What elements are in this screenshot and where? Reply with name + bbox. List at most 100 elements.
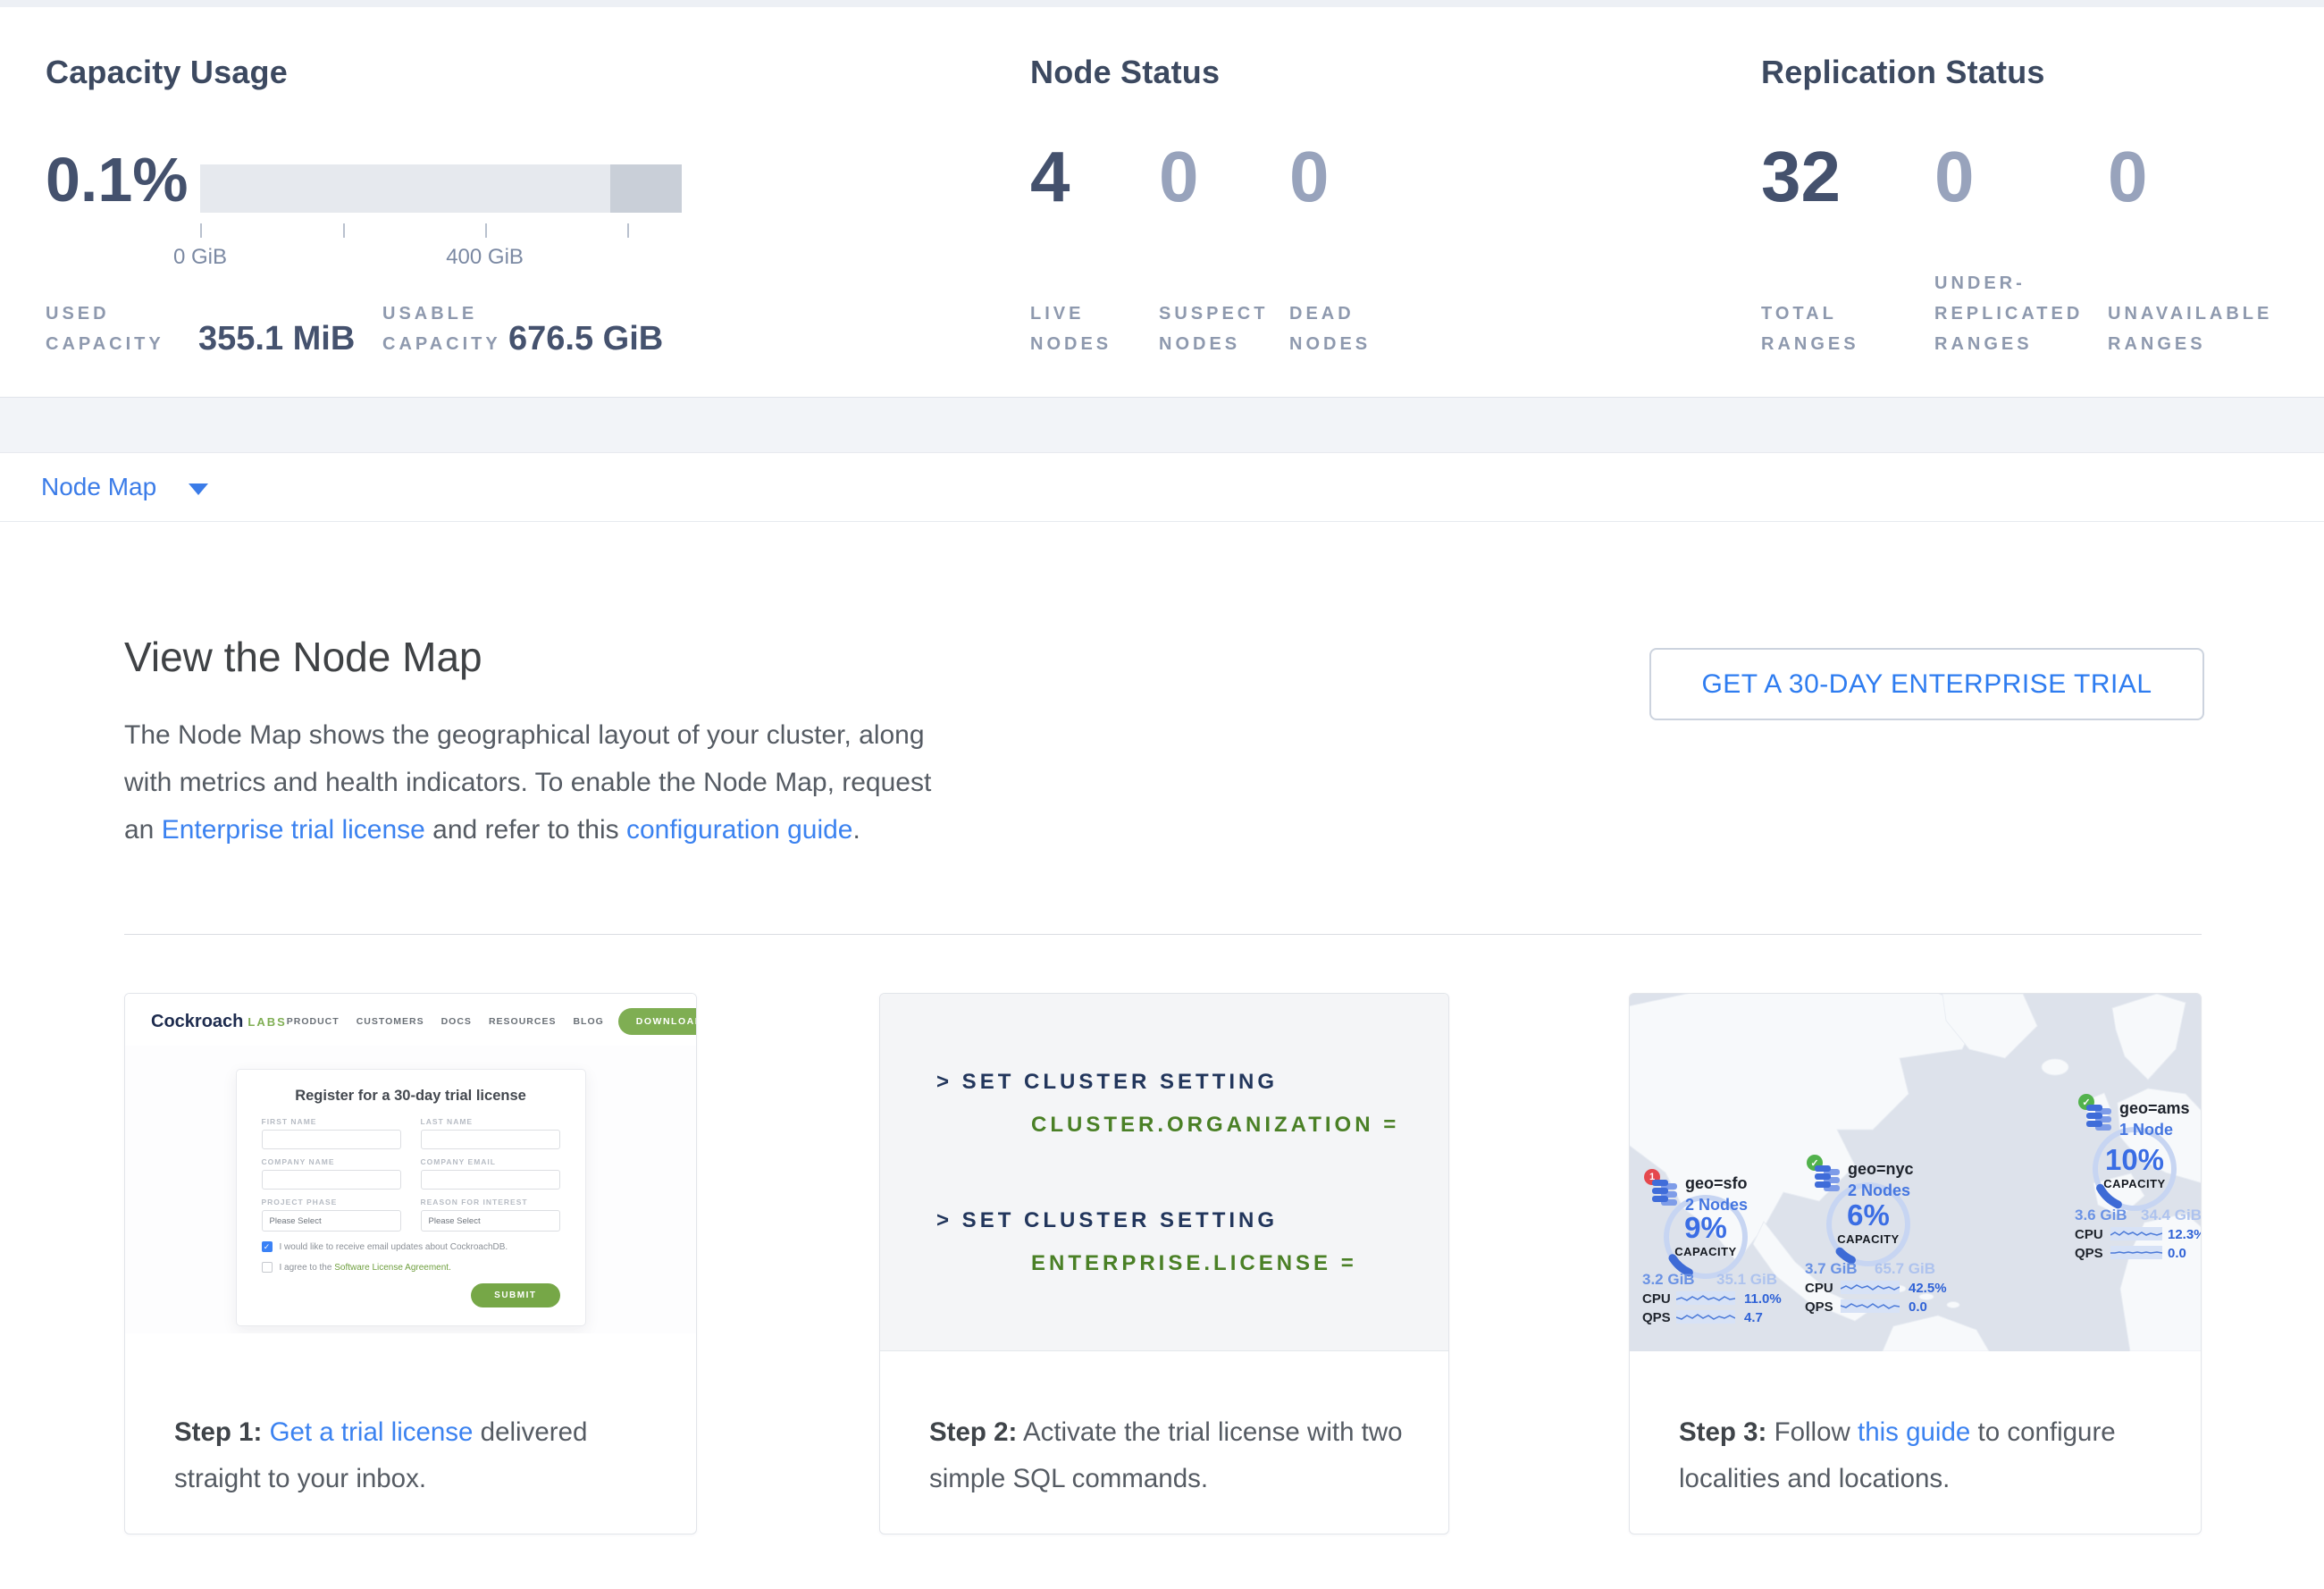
suspect-nodes-label: SUSPECT NODES — [1159, 298, 1275, 359]
capacity-tick — [200, 223, 202, 238]
section-divider — [124, 934, 2202, 935]
get-enterprise-trial-button[interactable]: GET A 30-DAY ENTERPRISE TRIAL — [1649, 648, 2204, 720]
capacity-tick-label-400: 400 GiB — [446, 245, 524, 270]
database-icon — [1652, 1178, 1679, 1206]
total-ranges-count: 32 — [1761, 141, 1841, 213]
company-name-input — [262, 1170, 401, 1190]
step2-card: > SET CLUSTER SETTING CLUSTER.ORGANIZATI… — [879, 993, 1449, 1534]
intro-text: and refer to this — [425, 815, 626, 845]
capacity-bar: 0 GiB 400 GiB — [200, 164, 682, 213]
used-capacity-value: 355.1 MiB — [198, 320, 355, 359]
unavailable-ranges-count: 0 — [2108, 141, 2148, 213]
last-name-label: LAST NAME — [421, 1117, 560, 1126]
last-name-field: LAST NAME — [421, 1117, 560, 1149]
under-replicated-ranges-count: 0 — [1934, 141, 1975, 213]
capacity-used-percent: 0.1% — [46, 148, 189, 211]
first-name-input — [262, 1130, 401, 1149]
intro-paragraph: The Node Map shows the geographical layo… — [124, 711, 933, 853]
capacity-bar-reserved-segment — [610, 164, 682, 213]
step2-text: Step 2: Activate the trial license with … — [929, 1409, 1416, 1502]
reason-field: REASON FOR INTEREST Please Select — [421, 1198, 560, 1232]
project-phase-select: Please Select — [262, 1210, 401, 1232]
company-email-label: COMPANY EMAIL — [421, 1157, 560, 1166]
last-name-input — [421, 1130, 560, 1149]
enterprise-trial-license-link[interactable]: Enterprise trial license — [162, 815, 425, 845]
configuration-guide-link[interactable]: configuration guide — [626, 815, 853, 845]
database-icon — [2086, 1103, 2113, 1131]
qps-sparkline — [2110, 1246, 2162, 1259]
database-icon — [1815, 1164, 1842, 1192]
site-nav-customers: CUSTOMERS — [357, 1016, 424, 1027]
project-phase-label: PROJECT PHASE — [262, 1198, 401, 1206]
software-license-link: Software License Agreement. — [334, 1263, 451, 1273]
suspect-nodes-count: 0 — [1159, 141, 1199, 213]
caret-down-icon[interactable] — [189, 483, 208, 495]
page-top-strip — [0, 0, 2324, 7]
live-nodes-label: LIVE NODES — [1030, 298, 1146, 359]
cluster-summary-panel: Capacity Usage 0.1% 0 GiB 400 GiB USED C… — [0, 7, 2324, 398]
total-ranges-label: TOTAL RANGES — [1761, 298, 1904, 359]
replication-status-title: Replication Status — [1761, 54, 2045, 91]
checkbox-empty-icon — [262, 1262, 273, 1273]
company-email-input — [421, 1170, 560, 1190]
unavailable-ranges-label: UNAVAILABLE RANGES — [2108, 298, 2286, 359]
sql-line: CLUSTER.ORGANIZATION = — [1031, 1114, 1448, 1137]
site-nav-resources: RESOURCES — [489, 1016, 557, 1027]
view-selector-label[interactable]: Node Map — [41, 473, 156, 501]
license-agreement-label: I agree to the Software License Agreemen… — [280, 1263, 451, 1273]
sql-line: ENTERPRISE.LICENSE = — [1031, 1252, 1448, 1275]
cpu-sparkline — [1841, 1281, 1900, 1294]
sql-commands-preview: > SET CLUSTER SETTING CLUSTER.ORGANIZATI… — [880, 994, 1448, 1351]
sql-line: > SET CLUSTER SETTING — [936, 1209, 1448, 1232]
site-mock-header: Cockroach LABS PRODUCT CUSTOMERS DOCS RE… — [125, 994, 696, 1046]
dead-nodes-count: 0 — [1289, 141, 1330, 213]
registration-site-preview: Cockroach LABS PRODUCT CUSTOMERS DOCS RE… — [125, 994, 696, 1333]
site-nav-docs: DOCS — [441, 1016, 472, 1027]
sql-line: > SET CLUSTER SETTING — [936, 1071, 1448, 1094]
node-map-preview: 1 geo=sfo 2 Nodes 9% CAPACITY 3.2 GiB 35… — [1630, 994, 2201, 1351]
site-nav: PRODUCT CUSTOMERS DOCS RESOURCES BLOG — [287, 1016, 604, 1027]
dead-nodes-label: DEAD NODES — [1289, 298, 1405, 359]
usable-capacity-value: 676.5 GiB — [508, 320, 663, 359]
capacity-tick — [343, 223, 345, 238]
email-updates-label: I would like to receive email updates ab… — [280, 1242, 508, 1252]
qps-sparkline — [1676, 1310, 1735, 1324]
step1-card: Cockroach LABS PRODUCT CUSTOMERS DOCS RE… — [124, 993, 697, 1534]
get-trial-license-link[interactable]: Get a trial license — [270, 1417, 474, 1447]
company-email-field: COMPANY EMAIL — [421, 1157, 560, 1190]
first-name-field: FIRST NAME — [262, 1117, 401, 1149]
live-nodes-count: 4 — [1030, 141, 1070, 213]
under-replicated-ranges-label: UNDER-REPLICATED RANGES — [1934, 268, 2113, 359]
company-name-label: COMPANY NAME — [262, 1157, 401, 1166]
this-guide-link[interactable]: this guide — [1858, 1417, 1970, 1447]
qps-sparkline — [1841, 1299, 1900, 1313]
registration-form-title: Register for a 30-day trial license — [262, 1088, 560, 1105]
cpu-sparkline — [2110, 1227, 2162, 1240]
site-nav-blog: BLOG — [573, 1016, 603, 1027]
project-phase-field: PROJECT PHASE Please Select — [262, 1198, 401, 1232]
cpu-sparkline — [1676, 1291, 1735, 1305]
submit-button: SUBMIT — [471, 1283, 559, 1307]
first-name-label: FIRST NAME — [262, 1117, 401, 1126]
site-nav-product: PRODUCT — [287, 1016, 340, 1027]
email-updates-checkbox-row: ✓ I would like to receive email updates … — [262, 1241, 560, 1252]
capacity-bar-track — [200, 164, 682, 213]
intro-text: . — [853, 815, 860, 845]
site-logo-text: Cockroach — [151, 1012, 243, 1032]
capacity-tick-label-0: 0 GiB — [173, 245, 227, 270]
step3-card: 1 geo=sfo 2 Nodes 9% CAPACITY 3.2 GiB 35… — [1629, 993, 2202, 1534]
step3-text: Step 3: Follow this guide to configure l… — [1679, 1409, 2166, 1502]
page-title: View the Node Map — [124, 633, 482, 681]
capacity-usage-title: Capacity Usage — [46, 54, 288, 91]
trial-registration-form: Register for a 30-day trial license FIRS… — [236, 1069, 586, 1326]
node-map-empty-state: View the Node Map The Node Map shows the… — [0, 522, 2324, 1589]
section-gap — [0, 398, 2324, 452]
capacity-tick — [627, 223, 629, 238]
checkbox-checked-icon: ✓ — [262, 1241, 273, 1252]
reason-label: REASON FOR INTEREST — [421, 1198, 560, 1206]
company-name-field: COMPANY NAME — [262, 1157, 401, 1190]
node-status-title: Node Status — [1030, 54, 1220, 91]
view-selector-dropdown[interactable]: Node Map — [0, 452, 2324, 522]
reason-select: Please Select — [421, 1210, 560, 1232]
used-capacity-label: USED CAPACITY — [46, 298, 189, 359]
